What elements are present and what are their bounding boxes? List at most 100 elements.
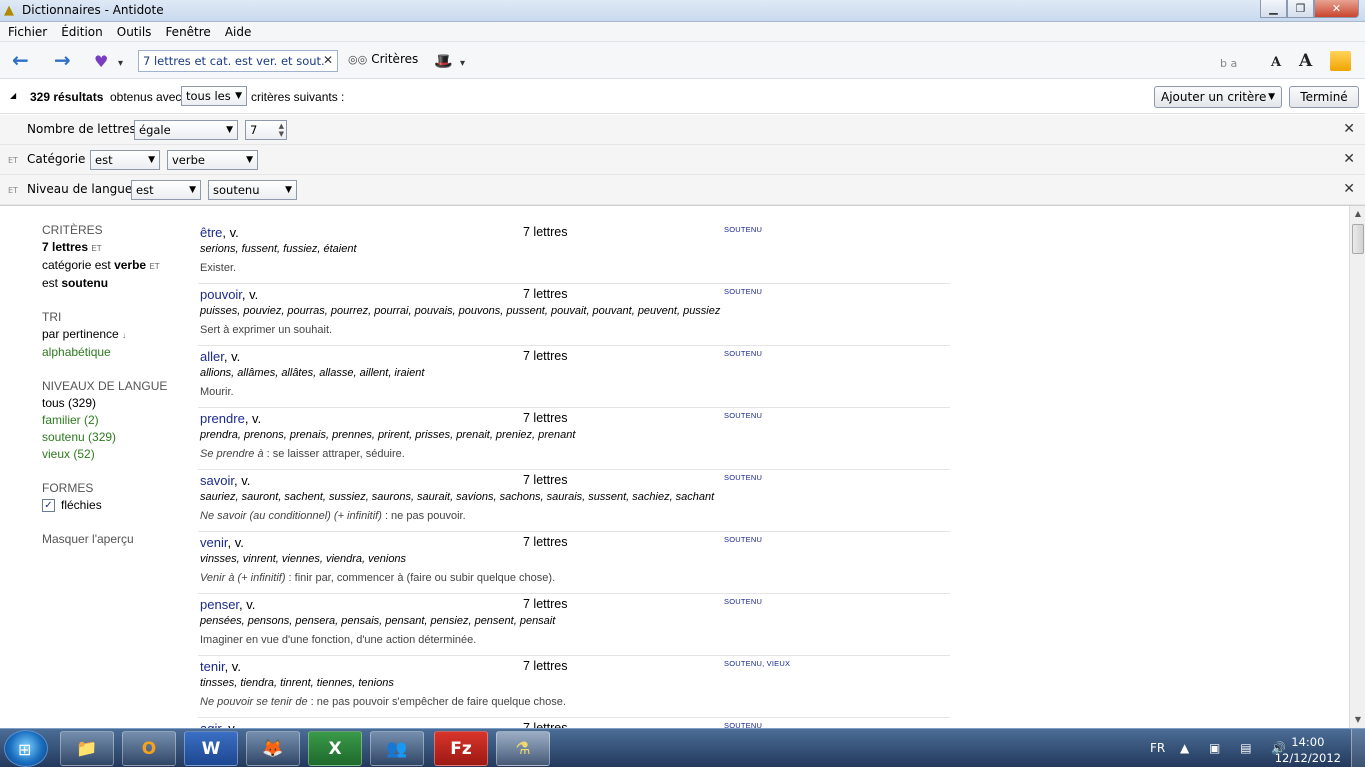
register-all[interactable]: tous (329): [42, 395, 192, 412]
collapse-triangle-icon[interactable]: ◢: [10, 91, 16, 100]
match-mode-value: tous les: [186, 89, 231, 103]
headword-link[interactable]: savoir: [200, 473, 234, 488]
list-item[interactable]: savoir, v. 7 lettres SOUTENU sauriez, sa…: [198, 470, 950, 532]
maximize-button[interactable]: ❐: [1287, 0, 1314, 18]
scroll-down-icon[interactable]: ▼: [1350, 712, 1365, 728]
inflected-forms: vinsses, vinrent, viennes, viendra, veni…: [200, 553, 407, 565]
headword-link[interactable]: tenir: [200, 659, 225, 674]
close-button[interactable]: ✕: [1314, 0, 1359, 18]
ba-spelling-icon[interactable]: b a: [1220, 54, 1237, 74]
grammatical-category: , v.: [224, 659, 241, 674]
chevron-down-icon: ▼: [148, 155, 155, 165]
firefox-taskbar-button[interactable]: 🦊: [246, 731, 300, 766]
criteria-title: CRITÈRES: [42, 223, 103, 237]
inflected-forms: allions, allâmes, allâtes, allasse, aill…: [200, 367, 425, 379]
done-button[interactable]: Terminé: [1289, 86, 1359, 108]
chevron-down-icon: ▼: [1268, 92, 1275, 102]
letters-count-value: 7: [250, 123, 258, 137]
font-small-icon[interactable]: A: [1271, 53, 1281, 73]
messenger-taskbar-button[interactable]: 👥: [370, 731, 424, 766]
headword-link[interactable]: être: [200, 225, 222, 240]
list-item[interactable]: penser, v. 7 lettres SOUTENU pensées, pe…: [198, 594, 950, 656]
definition-text: Exister.: [200, 262, 237, 274]
back-arrow-icon[interactable]: ←: [12, 50, 29, 70]
remove-criterion-icon[interactable]: ✕: [1343, 181, 1355, 197]
heart-dropdown-icon[interactable]: ▾: [118, 54, 123, 74]
antidote-taskbar-button[interactable]: ⚗: [496, 731, 550, 766]
category-op-select[interactable]: est ▼: [90, 150, 160, 170]
minimize-button[interactable]: ▁: [1260, 0, 1287, 18]
clear-search-icon[interactable]: ✕: [323, 53, 333, 67]
register-familier[interactable]: familier (2): [42, 412, 192, 429]
word-taskbar-button[interactable]: W: [184, 731, 238, 766]
chevron-down-icon: ▼: [285, 185, 292, 195]
match-mode-select[interactable]: tous les ▼: [181, 86, 247, 106]
headword-link[interactable]: venir: [200, 535, 227, 550]
stepper-arrows-icon[interactable]: ▲ ▼: [279, 122, 284, 138]
tool-dropdown-icon[interactable]: ▾: [460, 54, 465, 74]
letter-count: 7 lettres: [523, 349, 568, 363]
start-button[interactable]: ⊞: [4, 730, 48, 767]
menu-aide[interactable]: Aide: [225, 25, 252, 39]
list-item[interactable]: prendre, v. 7 lettres SOUTENU prendra, p…: [198, 408, 950, 470]
inflected-checkbox[interactable]: ✓: [42, 499, 55, 512]
letters-count-stepper[interactable]: 7 ▲ ▼: [245, 120, 287, 140]
font-large-icon[interactable]: A: [1299, 51, 1312, 71]
language-indicator[interactable]: FR: [1150, 741, 1165, 755]
excel-taskbar-button[interactable]: X: [308, 731, 362, 766]
forward-arrow-icon[interactable]: →: [54, 50, 71, 70]
headword: savoir, v.: [200, 473, 250, 488]
menu-fenetre[interactable]: Fenêtre: [165, 25, 210, 39]
remove-criterion-icon[interactable]: ✕: [1343, 121, 1355, 137]
sort-by-relevance[interactable]: par pertinence ↓: [42, 326, 192, 344]
show-desktop-button[interactable]: [1351, 729, 1365, 767]
list-item[interactable]: aller, v. 7 lettres SOUTENU allions, all…: [198, 346, 950, 408]
heart-icon[interactable]: ♥: [94, 52, 108, 72]
grammatical-category: , v.: [222, 225, 239, 240]
register-vieux[interactable]: vieux (52): [42, 446, 192, 463]
register-soutenu[interactable]: soutenu (329): [42, 429, 192, 446]
criteria-button[interactable]: ◎◎ Critères: [348, 52, 418, 66]
definition-phrase: Ne savoir (au conditionnel) (+ infinitif…: [200, 510, 382, 522]
headword: venir, v.: [200, 535, 244, 550]
magic-hat-icon[interactable]: 🎩: [434, 51, 453, 71]
search-input[interactable]: 7 lettres et cat. est ver. et sout. ✕: [138, 50, 338, 72]
outlook-taskbar-button[interactable]: O: [122, 731, 176, 766]
sort-alphabetical[interactable]: alphabétique: [42, 344, 192, 361]
headword-link[interactable]: aller: [200, 349, 224, 364]
letters-op-select[interactable]: égale ▼: [134, 120, 238, 140]
register-value-select[interactable]: soutenu ▼: [208, 180, 297, 200]
letter-count: 7 lettres: [523, 473, 568, 487]
menu-bar: Fichier Édition Outils Fenêtre Aide: [0, 22, 1365, 42]
menu-outils[interactable]: Outils: [117, 25, 152, 39]
grammatical-category: , v.: [239, 597, 256, 612]
hide-preview-link[interactable]: Masquer l'aperçu: [42, 531, 192, 548]
category-value-select[interactable]: verbe ▼: [167, 150, 258, 170]
list-item[interactable]: venir, v. 7 lettres SOUTENU vinsses, vin…: [198, 532, 950, 594]
clock[interactable]: 14:00 12/12/2012: [1275, 734, 1341, 766]
scroll-thumb[interactable]: [1352, 224, 1364, 254]
list-item[interactable]: être, v. 7 lettres SOUTENU serions, fuss…: [198, 222, 950, 284]
list-item[interactable]: pouvoir, v. 7 lettres SOUTENU puisses, p…: [198, 284, 950, 346]
headword-link[interactable]: pouvoir: [200, 287, 242, 302]
vertical-scrollbar[interactable]: ▲ ▼: [1349, 206, 1365, 728]
results-bar: ◢ 329 résultats obtenus avec tous les ▼ c…: [0, 80, 1365, 114]
remove-criterion-icon[interactable]: ✕: [1343, 151, 1355, 167]
menu-fichier[interactable]: Fichier: [8, 25, 47, 39]
add-criterion-button[interactable]: Ajouter un critère ▼: [1154, 86, 1282, 108]
obtained-with-label: obtenus avec: [110, 90, 182, 104]
connector-et: ET: [91, 244, 102, 253]
scroll-up-icon[interactable]: ▲: [1350, 206, 1365, 222]
menu-edition[interactable]: Édition: [61, 25, 103, 39]
filezilla-taskbar-button[interactable]: Fz: [434, 731, 488, 766]
register-op-select[interactable]: est ▼: [131, 180, 201, 200]
highlighter-icon[interactable]: [1330, 51, 1351, 71]
list-item[interactable]: tenir, v. 7 lettres SOUTENU, VIEUX tinss…: [198, 656, 950, 718]
headword-link[interactable]: prendre: [200, 411, 245, 426]
sort-relevance-label: par pertinence: [42, 327, 119, 341]
headword-link[interactable]: penser: [200, 597, 239, 612]
headword: penser, v.: [200, 597, 255, 612]
register-tag: SOUTENU, VIEUX: [724, 659, 791, 668]
definition-text: Sert à exprimer un souhait.: [200, 324, 333, 336]
explorer-taskbar-button[interactable]: 📁: [60, 731, 114, 766]
